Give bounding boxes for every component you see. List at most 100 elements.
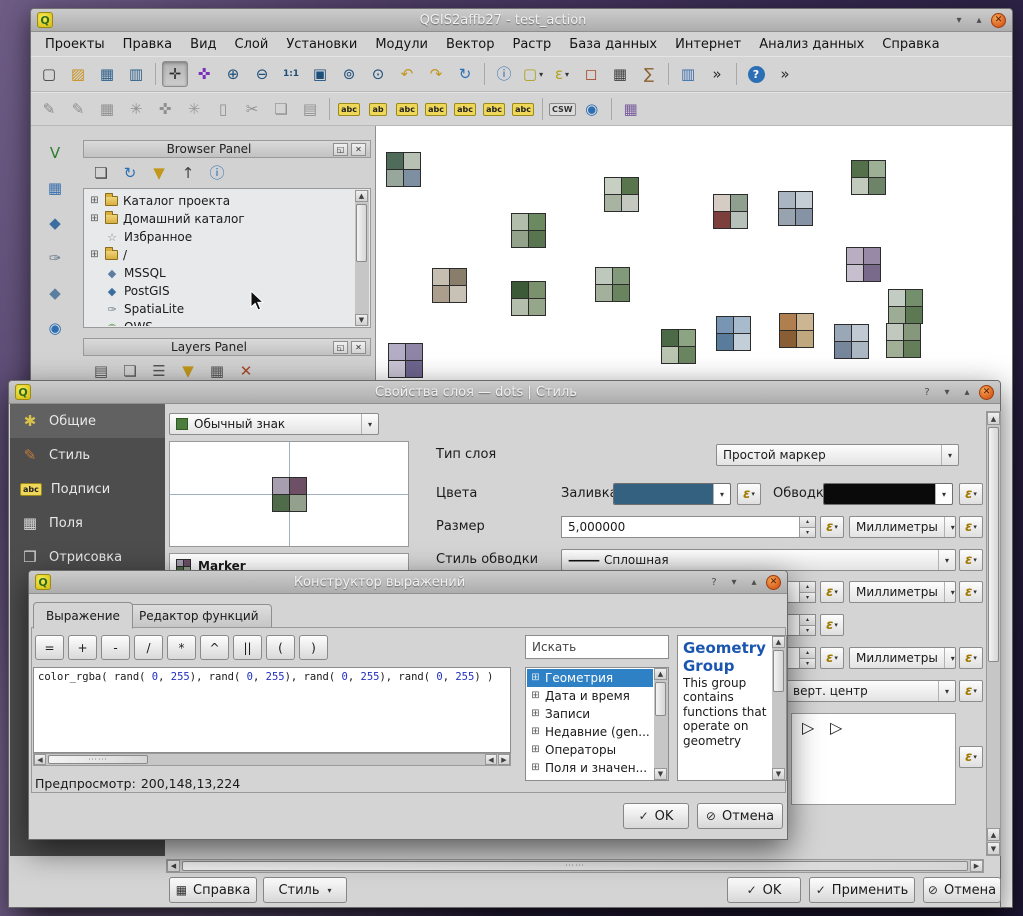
shade-icon[interactable]: ▾ (951, 12, 967, 28)
close-layers-panel-icon[interactable]: ✕ (351, 341, 366, 354)
field-calculator-icon[interactable]: ∑ (636, 61, 662, 87)
properties-vertical-scrollbar[interactable]: ▲ ▲ ▼ (986, 411, 1001, 856)
label-properties-icon[interactable]: abc (510, 96, 536, 122)
fill-color-button[interactable]: ▾ (613, 483, 731, 505)
ftscroll-thumb[interactable] (655, 682, 666, 716)
data-defined-stroke-width-button[interactable]: ε▾ (820, 581, 844, 603)
select-features-icon[interactable]: ▢▾ (520, 61, 546, 87)
zoom-to-layer-icon[interactable]: ⊙ (365, 61, 391, 87)
layers-panel-header[interactable]: Layers Panel ◱ ✕ (83, 338, 371, 356)
ehscroll-right-icon[interactable]: ▶ (498, 754, 510, 765)
browser-item-6[interactable]: ◆PostGIS (86, 282, 353, 300)
browser-item-2[interactable]: ⊞Домашний каталог (86, 210, 353, 228)
expression-ok-button[interactable]: ✓ OK (623, 803, 689, 829)
scrollbar-thumb[interactable] (356, 204, 367, 262)
vscroll-down-icon[interactable]: ▼ (987, 842, 1000, 855)
zoom-out-icon[interactable]: ⊖ (249, 61, 275, 87)
pan-to-selection-icon[interactable]: ✜ (191, 61, 217, 87)
browser-item-5[interactable]: ◆MSSQL (86, 264, 353, 282)
symbol-type-combo[interactable]: Обычный знак▾ (169, 413, 379, 435)
web-service-icon[interactable]: ◉ (579, 96, 605, 122)
browser-item-8[interactable]: ◉OWS (86, 318, 353, 326)
operator-button-2[interactable]: + (68, 635, 97, 660)
stroke-width-spinbox-down-icon[interactable]: ▾ (800, 593, 815, 603)
function-tree-scrollbar[interactable]: ▲ ▼ (654, 668, 668, 780)
size-unit-combo[interactable]: Миллиметры▾ (849, 516, 956, 538)
properties-horizontal-scrollbar[interactable]: ◀ ⋯⋯ ▶ (166, 859, 984, 873)
save-edits-icon[interactable]: ▦ (94, 96, 120, 122)
operator-button-1[interactable]: = (35, 635, 64, 660)
layer-type-combo[interactable]: Простой маркер▾ (716, 444, 959, 466)
operator-button-4[interactable]: / (134, 635, 163, 660)
toggle-editing-icon[interactable]: ✎ (65, 96, 91, 122)
size-spinbox-up-icon[interactable]: ▴ (800, 517, 815, 528)
collapse-all-icon[interactable]: ↑ (175, 160, 201, 186)
ok-button[interactable]: ✓ OK (727, 877, 801, 903)
function-group-5[interactable]: ⊞Операторы (527, 741, 653, 759)
sidebar-item-fields[interactable]: ▦Поля (10, 506, 165, 540)
expression-shade-icon[interactable]: ▾ (726, 574, 742, 590)
function-group-3[interactable]: ⊞Записи (527, 705, 653, 723)
data-defined-stroke-width-unit-button[interactable]: ε▾ (959, 581, 983, 603)
operator-button-6[interactable]: ^ (200, 635, 229, 660)
rotate-label-icon[interactable]: abc (481, 96, 507, 122)
zoom-in-icon[interactable]: ⊕ (220, 61, 246, 87)
data-defined-fill-button[interactable]: ε▾ (737, 483, 761, 505)
expand-icon[interactable]: ⊞ (530, 709, 541, 719)
maximize-icon[interactable]: ▴ (971, 12, 987, 28)
browser-item-1[interactable]: ⊞Каталог проекта (86, 192, 353, 210)
stroke-width-spinbox-up-icon[interactable]: ▴ (800, 582, 815, 593)
expand-icon[interactable]: ⊞ (530, 727, 541, 737)
ehscroll-left2-icon[interactable]: ◀ (485, 754, 497, 765)
close-panel-icon[interactable]: ✕ (351, 143, 366, 156)
toolbar-overflow-icon[interactable]: » (704, 61, 730, 87)
expand-icon[interactable]: ⊞ (530, 745, 541, 755)
vscroll-up2-icon[interactable]: ▲ (987, 828, 1000, 841)
menu-item-3[interactable]: Вид (182, 34, 224, 55)
zoom-last-icon[interactable]: ↶ (394, 61, 420, 87)
helpscroll-up-icon[interactable]: ▲ (772, 636, 785, 648)
add-vector-layer-icon[interactable]: V (42, 140, 68, 166)
angle-spinbox-up-icon[interactable]: ▴ (800, 615, 815, 626)
cut-features-icon[interactable]: ✂ (239, 96, 265, 122)
menu-item-5[interactable]: Установки (278, 34, 365, 55)
expression-title-bar[interactable]: Q Конструктор выражений ? ▾ ▴ ✕ (29, 571, 787, 594)
sidebar-item-style[interactable]: ✎Стиль (10, 438, 165, 472)
ehscroll-thumb[interactable]: ⋯⋯ (48, 755, 148, 764)
add-selected-layer-icon[interactable]: ❏ (88, 160, 114, 186)
select-by-expression-icon[interactable]: ε▾ (549, 61, 575, 87)
expression-help-icon[interactable]: ? (706, 574, 722, 590)
add-mssql-layer-icon[interactable]: ◆ (42, 280, 68, 306)
delete-selected-icon[interactable]: ▯ (210, 96, 236, 122)
function-group-4[interactable]: ⊞Недавние (gen... (527, 723, 653, 741)
menu-item-2[interactable]: Правка (115, 34, 180, 55)
browser-item-4[interactable]: ⊞/ (86, 246, 353, 264)
main-title-bar[interactable]: Q QGIS2affb27 - test_action ▾ ▴ ✕ (31, 9, 1012, 32)
expression-close-icon[interactable]: ✕ (766, 575, 781, 590)
function-group-2[interactable]: ⊞Дата и время (527, 687, 653, 705)
expand-icon[interactable]: ⊞ (530, 763, 541, 773)
vscroll-up-icon[interactable]: ▲ (987, 412, 1000, 425)
expression-hscrollbar[interactable]: ◀ ⋯⋯ ◀ ▶ (33, 753, 511, 766)
move-feature-icon[interactable]: ✜ (152, 96, 178, 122)
expand-icon[interactable]: ⊞ (89, 196, 100, 206)
scroll-up-icon[interactable]: ▲ (355, 190, 368, 202)
sidebar-item-rendering[interactable]: ❒Отрисовка (10, 540, 165, 574)
expression-cancel-button[interactable]: ⊘ Отмена (697, 803, 783, 829)
statistics-icon[interactable]: ▥ (675, 61, 701, 87)
data-defined-anchor2-button[interactable]: ε▾ (959, 746, 983, 768)
pin-labels-icon[interactable]: abc (394, 96, 420, 122)
hscroll-thumb[interactable]: ⋯⋯ (182, 861, 968, 871)
function-group-6[interactable]: ⊞Поля и значен... (527, 759, 653, 777)
data-defined-anchor-button[interactable]: ε▾ (959, 680, 983, 702)
add-postgis-layer-icon[interactable]: ◆ (42, 210, 68, 236)
row-c-unit-combo[interactable]: Миллиметры▾ (849, 647, 956, 669)
scroll-down-icon[interactable]: ▼ (355, 314, 368, 326)
menu-item-7[interactable]: Вектор (438, 34, 503, 55)
size-spinbox[interactable]: 5,000000▴▾ (561, 516, 816, 538)
save-project-as-icon[interactable]: ▥ (123, 61, 149, 87)
save-project-icon[interactable]: ▦ (94, 61, 120, 87)
new-project-icon[interactable]: ▢ (36, 61, 62, 87)
zoom-to-selection-icon[interactable]: ⊚ (336, 61, 362, 87)
identify-features-icon[interactable]: ⓘ (491, 61, 517, 87)
